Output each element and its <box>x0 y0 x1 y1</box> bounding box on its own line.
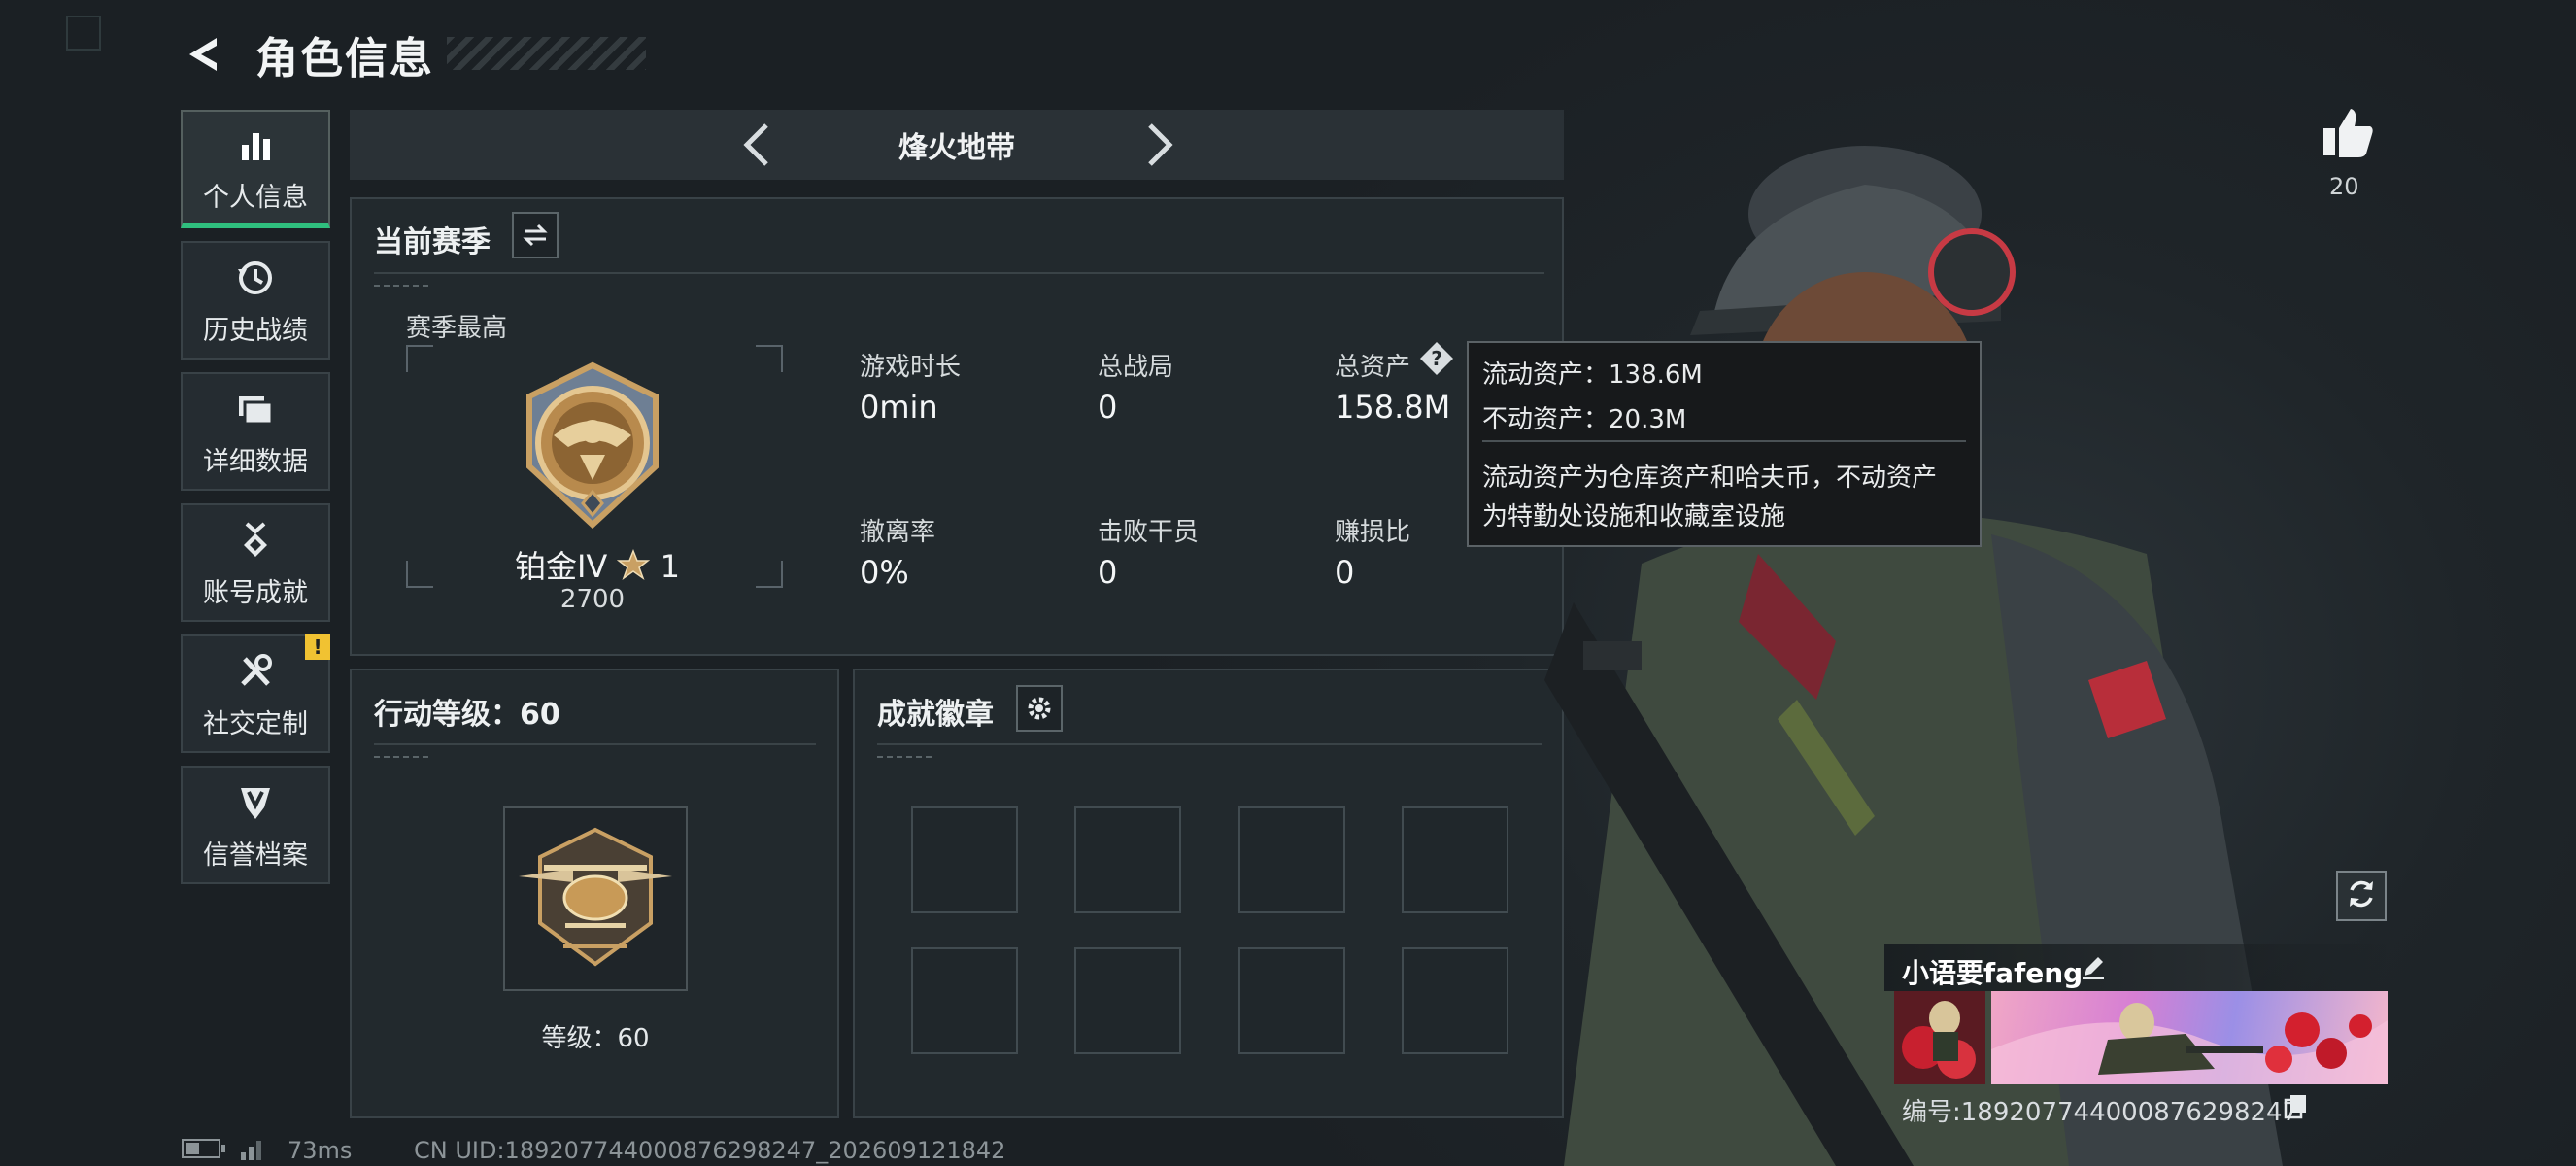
assets-tooltip: 流动资产：138.6M 不动资产：20.3M 流动资产为仓库资产和哈夫币，不动资… <box>1467 341 1982 547</box>
tooltip-desc-line1: 流动资产为仓库资产和哈夫币，不动资产 <box>1482 463 1938 493</box>
stat-label-profit-ratio: 赚损比 <box>1335 518 1411 547</box>
copy-icon[interactable] <box>2283 1092 2310 1119</box>
back-arrow-icon[interactable] <box>180 30 228 79</box>
stat-label-playtime: 游戏时长 <box>860 353 962 382</box>
divider <box>877 743 1542 745</box>
sidebar: 个人信息 历史战绩 详细数据 账号成就 社交定制 ! 信誉档案 <box>181 110 330 897</box>
avatar-card[interactable] <box>1894 991 1985 1084</box>
sidebar-item-personal-info[interactable]: 个人信息 <box>181 110 330 228</box>
tooltip-fixed-assets: 不动资产：20.3M <box>1482 405 1687 434</box>
stat-label-extract-rate: 撤离率 <box>860 518 936 547</box>
banner-card[interactable] <box>1991 991 2388 1084</box>
sidebar-item-label: 信誉档案 <box>203 840 308 871</box>
sidebar-item-social-custom[interactable]: 社交定制 ! <box>181 634 330 753</box>
mode-title: 烽火地带 <box>898 131 1015 165</box>
badge-slot[interactable] <box>911 947 1018 1054</box>
level-title: 行动等级：60 <box>374 698 560 732</box>
achievements-settings-button[interactable] <box>1016 685 1063 732</box>
shield-icon <box>232 779 279 826</box>
bar-chart-icon <box>232 121 279 168</box>
refresh-button[interactable] <box>2336 871 2387 921</box>
like-count: 20 <box>2329 173 2359 200</box>
corner-decoration <box>66 16 101 51</box>
page-title: 角色信息 <box>255 34 434 84</box>
stat-value-extract-rate: 0% <box>860 554 909 591</box>
stat-label-total-matches: 总战局 <box>1098 353 1174 382</box>
ping-value: 73ms <box>288 1137 353 1164</box>
badge-slot[interactable] <box>1238 806 1345 913</box>
stat-value-profit-ratio: 0 <box>1335 554 1355 591</box>
battery-icon <box>181 1137 229 1166</box>
page-header: 角色信息 <box>180 27 434 84</box>
tools-icon <box>232 648 279 695</box>
tooltip-desc-line2: 为特勤处设施和收藏室设施 <box>1482 502 1786 532</box>
pencil-icon[interactable] <box>2079 952 2108 981</box>
stat-value-total-matches: 0 <box>1098 389 1118 426</box>
badge-slot[interactable] <box>1074 947 1181 1054</box>
season-title: 当前赛季 <box>374 225 491 259</box>
medal-icon <box>232 517 279 564</box>
rank-emblem <box>510 358 675 532</box>
achievements-title: 成就徽章 <box>877 698 994 732</box>
badge-slot[interactable] <box>1402 947 1508 1054</box>
rank-stars: 1 <box>660 548 681 585</box>
season-switch-button[interactable] <box>512 212 559 258</box>
sidebar-item-reputation[interactable]: 信誉档案 <box>181 766 330 884</box>
badge-slot[interactable] <box>1238 947 1345 1054</box>
uid-text: CN UID:189207744000876298247_20260912184… <box>414 1137 1006 1164</box>
chevron-left-icon[interactable] <box>733 121 780 168</box>
thumbs-up-icon[interactable] <box>2320 105 2376 161</box>
level-emblem <box>503 806 688 991</box>
divider-decoration <box>374 756 432 758</box>
rank-name-row: 铂金IV 1 <box>510 542 685 588</box>
folders-icon <box>232 386 279 432</box>
badge-slot[interactable] <box>1402 806 1508 913</box>
badge-slot[interactable] <box>911 806 1018 913</box>
stat-value-playtime: 0min <box>860 389 938 426</box>
signal-icon <box>239 1137 270 1166</box>
season-best-label: 赛季最高 <box>406 314 508 343</box>
tooltip-divider <box>1482 440 1966 442</box>
badge-slot[interactable] <box>1074 806 1181 913</box>
divider <box>374 743 816 745</box>
star-icon <box>617 548 651 588</box>
stat-value-operators-defeated: 0 <box>1098 554 1118 591</box>
sidebar-item-history[interactable]: 历史战绩 <box>181 241 330 360</box>
sidebar-item-achievements[interactable]: 账号成就 <box>181 503 330 622</box>
sidebar-item-label: 个人信息 <box>203 183 308 213</box>
stat-value-total-assets: 158.8M <box>1335 389 1451 426</box>
stat-label-total-assets: 总资产 <box>1335 353 1411 382</box>
level-label: 等级：60 <box>541 1024 650 1053</box>
sidebar-item-label: 历史战绩 <box>203 315 308 346</box>
svg-text:?: ? <box>1431 347 1442 370</box>
chevron-right-icon[interactable] <box>1136 121 1183 168</box>
warning-badge: ! <box>305 634 330 660</box>
sidebar-item-detailed-data[interactable]: 详细数据 <box>181 372 330 491</box>
rank-name: 铂金IV <box>514 548 608 585</box>
divider-decoration <box>374 285 432 287</box>
help-icon[interactable]: ? <box>1418 340 1455 377</box>
mode-selector: 烽火地带 <box>350 110 1564 180</box>
tooltip-liquid-assets: 流动资产：138.6M <box>1482 360 1703 390</box>
player-id: 编号:189207744000876298247 <box>1902 1098 2299 1127</box>
sidebar-item-label: 社交定制 <box>203 708 308 739</box>
divider <box>374 272 1544 274</box>
rank-score: 2700 <box>559 585 626 614</box>
sidebar-item-label: 账号成就 <box>203 577 308 608</box>
player-name: 小语要fafeng <box>1902 957 2084 989</box>
sidebar-item-label: 详细数据 <box>203 446 308 477</box>
divider-decoration <box>877 756 935 758</box>
title-decoration <box>447 37 646 70</box>
stat-label-operators-defeated: 击败干员 <box>1098 518 1200 547</box>
refresh-icon <box>2345 877 2378 914</box>
history-icon <box>232 255 279 301</box>
